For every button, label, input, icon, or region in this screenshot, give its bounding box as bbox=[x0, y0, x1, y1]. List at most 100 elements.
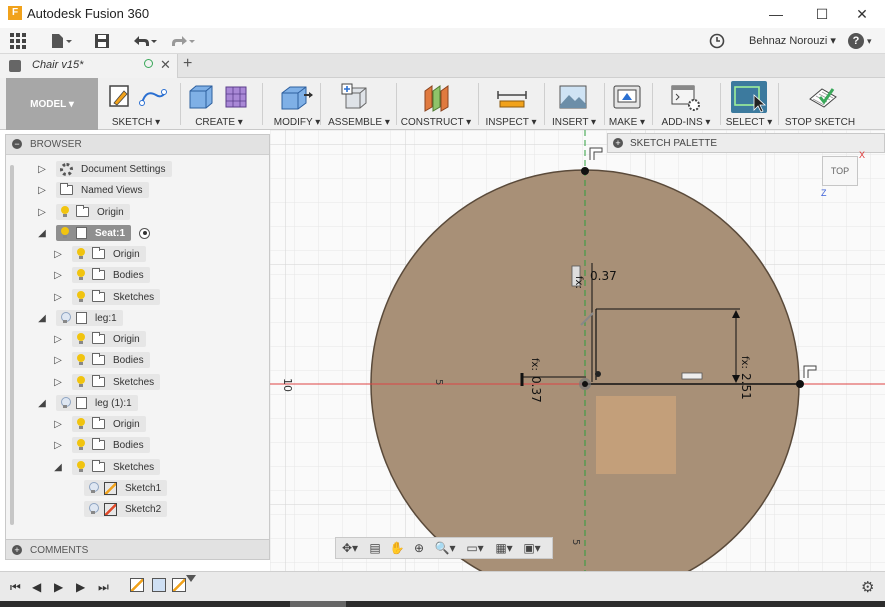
comments-expand-icon[interactable]: + bbox=[12, 545, 22, 555]
insert-group[interactable]: INSERT ▾ bbox=[548, 78, 600, 130]
modify-group[interactable]: MODIFY ▾ bbox=[266, 78, 328, 130]
tree-item-leg-sketches[interactable]: ▷ Sketches bbox=[52, 374, 161, 390]
visibility-bulb-icon[interactable] bbox=[76, 291, 86, 303]
minimize-button[interactable]: — bbox=[753, 0, 799, 28]
tree-item-seat-origin[interactable]: ▷ Origin bbox=[52, 246, 146, 262]
close-tab-button[interactable]: ✕ bbox=[160, 57, 171, 73]
timeline-next-icon[interactable]: ▶ bbox=[76, 580, 85, 594]
tree-item-leg1-bodies[interactable]: ▷ Bodies bbox=[52, 437, 150, 453]
expand-arrow-icon[interactable]: ▷ bbox=[52, 334, 64, 345]
file-menu-icon[interactable] bbox=[50, 32, 72, 50]
browser-scrollbar[interactable] bbox=[10, 165, 14, 525]
browser-collapse-icon[interactable]: − bbox=[12, 139, 22, 149]
dim-left-value[interactable]: 0.37 bbox=[529, 376, 543, 403]
expand-arrow-icon[interactable]: ▷ bbox=[52, 249, 64, 260]
browser-header[interactable]: − BROWSER bbox=[6, 135, 269, 155]
palette-expand-icon[interactable]: + bbox=[613, 138, 623, 148]
visibility-bulb-off-icon[interactable] bbox=[88, 482, 99, 494]
visibility-bulb-icon[interactable] bbox=[76, 354, 86, 366]
expand-arrow-icon[interactable]: ▷ bbox=[52, 377, 64, 388]
display-settings-icon[interactable]: ▭▾ bbox=[460, 538, 490, 558]
timeline-settings-gear-icon[interactable]: ⚙ bbox=[861, 578, 874, 596]
viewcube-top-face[interactable]: TOP bbox=[822, 156, 858, 186]
tree-item-seat-component[interactable]: ◢ Seat:1 bbox=[36, 225, 151, 241]
visibility-bulb-icon[interactable] bbox=[76, 333, 86, 345]
stop-sketch-button[interactable]: STOP SKETCH bbox=[782, 78, 858, 130]
inspect-group[interactable]: INSPECT ▾ bbox=[482, 78, 540, 130]
tree-item-sketch1[interactable]: Sketch1 bbox=[84, 480, 168, 496]
expand-arrow-icon[interactable]: ▷ bbox=[36, 164, 48, 175]
visibility-bulb-off-icon[interactable] bbox=[88, 503, 99, 515]
select-group[interactable]: SELECT ▾ bbox=[724, 78, 774, 130]
pan-hand-icon[interactable]: ✋ bbox=[386, 538, 408, 558]
collapse-arrow-icon[interactable]: ◢ bbox=[52, 462, 64, 473]
add-ins-group[interactable]: ADD-INS ▾ bbox=[656, 78, 716, 130]
data-panel-grid-icon[interactable] bbox=[10, 32, 26, 50]
sketch-palette-panel[interactable]: + SKETCH PALETTE bbox=[607, 133, 885, 153]
tree-item-leg1-sketches[interactable]: ◢ Sketches bbox=[52, 459, 161, 475]
tree-item-leg-component[interactable]: ◢ leg:1 bbox=[36, 310, 123, 326]
dim-top-value[interactable]: 0.37 bbox=[590, 269, 617, 283]
timeline-last-icon[interactable]: ⏭ bbox=[98, 580, 109, 595]
viewports-icon[interactable]: ▣▾ bbox=[518, 538, 546, 558]
fit-zoom-icon[interactable]: 🔍▾ bbox=[430, 538, 460, 558]
timeline-sketch-feature[interactable] bbox=[172, 578, 186, 592]
sketch-square-profile[interactable] bbox=[596, 396, 676, 474]
collapse-arrow-icon[interactable]: ◢ bbox=[36, 313, 48, 324]
tree-item-document-settings[interactable]: ▷ Document Settings bbox=[36, 161, 172, 177]
timeline-marker[interactable] bbox=[186, 575, 196, 582]
visibility-bulb-off-icon[interactable] bbox=[60, 312, 71, 324]
visibility-bulb-icon[interactable] bbox=[76, 461, 86, 473]
create-group[interactable]: CREATE ▾ bbox=[184, 78, 254, 130]
orbit-icon[interactable]: ✥▾ bbox=[336, 538, 364, 558]
expand-arrow-icon[interactable]: ▷ bbox=[52, 355, 64, 366]
redo-icon[interactable] bbox=[168, 32, 196, 50]
sketch-point-inner[interactable] bbox=[595, 371, 601, 377]
visibility-bulb-icon[interactable] bbox=[60, 227, 70, 239]
tab-chair-v15[interactable]: Chair v15* ✕ bbox=[0, 54, 178, 78]
tree-item-leg-bodies[interactable]: ▷ Bodies bbox=[52, 352, 150, 368]
workspace-switcher[interactable]: MODEL ▾ bbox=[6, 78, 98, 130]
make-group[interactable]: MAKE ▾ bbox=[606, 78, 648, 130]
grid-snaps-icon[interactable]: ▦▾ bbox=[490, 538, 518, 558]
comments-panel[interactable]: + COMMENTS bbox=[5, 539, 270, 560]
help-icon[interactable]: ? ▾ bbox=[848, 32, 872, 50]
construct-group[interactable]: CONSTRUCT ▾ bbox=[400, 78, 472, 130]
sketch-group[interactable]: SKETCH ▾ bbox=[104, 78, 168, 130]
visibility-bulb-icon[interactable] bbox=[76, 418, 86, 430]
visibility-bulb-icon[interactable] bbox=[76, 376, 86, 388]
undo-icon[interactable] bbox=[130, 32, 158, 50]
visibility-bulb-icon[interactable] bbox=[76, 439, 86, 451]
job-status-clock-icon[interactable] bbox=[709, 32, 725, 50]
new-tab-button[interactable]: + bbox=[183, 55, 192, 73]
sketch-point-top[interactable] bbox=[581, 167, 589, 175]
expand-arrow-icon[interactable]: ▷ bbox=[36, 185, 48, 196]
timeline-play-icon[interactable]: ▶ bbox=[54, 580, 63, 594]
activate-component-radio[interactable] bbox=[139, 227, 151, 239]
sketch-point-right[interactable] bbox=[796, 380, 804, 388]
tree-item-origin[interactable]: ▷ Origin bbox=[36, 204, 130, 220]
visibility-bulb-icon[interactable] bbox=[76, 248, 86, 260]
expand-arrow-icon[interactable]: ▷ bbox=[36, 207, 48, 218]
tree-item-named-views[interactable]: ▷ Named Views bbox=[36, 182, 149, 198]
zoom-icon[interactable]: ⊕ bbox=[408, 538, 430, 558]
tree-item-sketch2[interactable]: Sketch2 bbox=[84, 501, 168, 517]
tree-item-seat-bodies[interactable]: ▷ Bodies bbox=[52, 267, 150, 283]
save-icon[interactable] bbox=[94, 32, 110, 50]
expand-arrow-icon[interactable]: ▷ bbox=[52, 292, 64, 303]
expand-arrow-icon[interactable]: ▷ bbox=[52, 270, 64, 281]
timeline-extrude-feature[interactable] bbox=[152, 578, 166, 592]
design-canvas[interactable]: 0.37 fx: 0.37 fx: 2.51 fx: 10 5 5 bbox=[270, 130, 885, 571]
timeline-first-icon[interactable]: ⏮ bbox=[10, 580, 21, 595]
expand-arrow-icon[interactable]: ▷ bbox=[52, 419, 64, 430]
tree-item-leg1-origin[interactable]: ▷ Origin bbox=[52, 416, 146, 432]
tree-item-seat-sketches[interactable]: ▷ Sketches bbox=[52, 289, 161, 305]
assemble-group[interactable]: ASSEMBLE ▾ bbox=[326, 78, 392, 130]
user-account-menu[interactable]: Behnaz Norouzi ▾ bbox=[749, 34, 836, 47]
look-at-icon[interactable]: ▤ bbox=[364, 538, 386, 558]
tree-item-leg-origin[interactable]: ▷ Origin bbox=[52, 331, 146, 347]
visibility-bulb-icon[interactable] bbox=[60, 206, 70, 218]
visibility-bulb-icon[interactable] bbox=[76, 269, 86, 281]
timeline-prev-icon[interactable]: ◀ bbox=[32, 580, 41, 594]
expand-arrow-icon[interactable]: ▷ bbox=[52, 440, 64, 451]
